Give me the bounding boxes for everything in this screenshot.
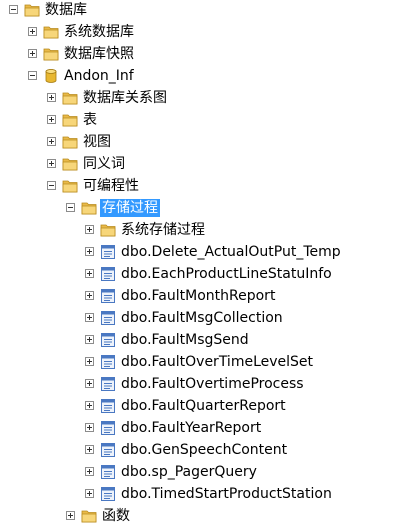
tree-item-label[interactable]: dbo.FaultOverTimeLevelSet: [119, 353, 315, 371]
expand-toggle-icon[interactable]: [47, 159, 56, 168]
tree-node-system-databases[interactable]: 系统数据库: [0, 22, 406, 44]
expand-toggle-icon[interactable]: [28, 49, 37, 58]
expand-toggle-icon[interactable]: [47, 93, 56, 102]
tree-item-label[interactable]: dbo.FaultOvertimeProcess: [119, 375, 306, 393]
expand-toggle-icon[interactable]: [85, 423, 94, 432]
folder-icon: [62, 156, 78, 172]
expand-toggle-icon[interactable]: [85, 445, 94, 454]
tree-node-dbo-faultmsgcollection[interactable]: dbo.FaultMsgCollection: [0, 308, 406, 330]
folder-icon: [62, 112, 78, 128]
tree-item-label[interactable]: 数据库: [43, 1, 89, 19]
stored-procedure-icon: [100, 266, 116, 282]
stored-procedure-icon: [100, 332, 116, 348]
tree-node-database-diagrams[interactable]: 数据库关系图: [0, 88, 406, 110]
tree-item-label[interactable]: dbo.TimedStartProductStation: [119, 485, 334, 503]
expand-toggle-icon[interactable]: [47, 137, 56, 146]
tree-node-dbo-genspeechcontent[interactable]: dbo.GenSpeechContent: [0, 440, 406, 462]
tree-node-stored-procedures[interactable]: 存储过程: [0, 198, 406, 220]
tree-item-label[interactable]: dbo.GenSpeechContent: [119, 441, 289, 459]
tree-node-database-snapshots[interactable]: 数据库快照: [0, 44, 406, 66]
expand-toggle-icon[interactable]: [85, 291, 94, 300]
stored-procedure-icon: [100, 376, 116, 392]
folder-icon: [81, 508, 97, 524]
tree-node-dbo-faultovertimeprocess[interactable]: dbo.FaultOvertimeProcess: [0, 374, 406, 396]
tree-item-label[interactable]: 数据库关系图: [81, 89, 169, 107]
tree-node-programmability[interactable]: 可编程性: [0, 176, 406, 198]
expand-toggle-icon[interactable]: [85, 357, 94, 366]
tree-item-label[interactable]: dbo.Delete_ActualOutPut_Temp: [119, 243, 343, 261]
tree-item-label[interactable]: Andon_Inf: [62, 67, 136, 85]
stored-procedure-icon: [100, 310, 116, 326]
stored-procedure-icon: [100, 354, 116, 370]
tree-node-dbo-timedstartproductstation[interactable]: dbo.TimedStartProductStation: [0, 484, 406, 506]
tree-item-label[interactable]: 同义词: [81, 155, 127, 173]
object-explorer-tree: 数据库系统数据库数据库快照 Andon_Inf 数据库关系图表视图同义词可编程性存储…: [0, 0, 406, 524]
tree-item-label[interactable]: 表: [81, 111, 99, 129]
tree-item-label[interactable]: dbo.FaultQuarterReport: [119, 397, 288, 415]
tree-node-dbo-eachproductlinestatuinfo[interactable]: dbo.EachProductLineStatuInfo: [0, 264, 406, 286]
expand-toggle-icon[interactable]: [85, 379, 94, 388]
tree-item-label[interactable]: 可编程性: [81, 177, 141, 195]
tree-node-dbo-delete-actualoutput-temp[interactable]: dbo.Delete_ActualOutPut_Temp: [0, 242, 406, 264]
tree-node-dbo-faultquarterreport[interactable]: dbo.FaultQuarterReport: [0, 396, 406, 418]
tree-item-label[interactable]: 视图: [81, 133, 113, 151]
stored-procedure-icon: [100, 486, 116, 502]
stored-procedure-icon: [100, 464, 116, 480]
folder-icon: [62, 178, 78, 194]
collapse-toggle-icon[interactable]: [66, 203, 75, 212]
expand-toggle-icon[interactable]: [85, 335, 94, 344]
tree-item-label[interactable]: dbo.FaultMonthReport: [119, 287, 277, 305]
tree-node-andon-inf[interactable]: Andon_Inf: [0, 66, 406, 88]
tree-node-dbo-sp-pagerquery[interactable]: dbo.sp_PagerQuery: [0, 462, 406, 484]
expand-toggle-icon[interactable]: [85, 401, 94, 410]
tree-node-dbo-faultovertimelevelset[interactable]: dbo.FaultOverTimeLevelSet: [0, 352, 406, 374]
tree-item-label[interactable]: 函数: [100, 507, 132, 525]
tree-item-label[interactable]: 系统存储过程: [119, 221, 207, 239]
tree-node-dbo-faultmsgsend[interactable]: dbo.FaultMsgSend: [0, 330, 406, 352]
expand-toggle-icon[interactable]: [85, 225, 94, 234]
tree-node-dbo-faultmonthreport[interactable]: dbo.FaultMonthReport: [0, 286, 406, 308]
stored-procedure-icon: [100, 288, 116, 304]
tree-item-label[interactable]: dbo.sp_PagerQuery: [119, 463, 259, 481]
tree-item-label[interactable]: 数据库快照: [62, 45, 136, 63]
expand-toggle-icon[interactable]: [85, 247, 94, 256]
expand-toggle-icon[interactable]: [28, 27, 37, 36]
collapse-toggle-icon[interactable]: [9, 5, 18, 14]
tree-node-views[interactable]: 视图: [0, 132, 406, 154]
folder-icon: [62, 90, 78, 106]
database-icon: [43, 68, 59, 84]
tree-node-system-stored-procedures[interactable]: 系统存储过程: [0, 220, 406, 242]
expand-toggle-icon[interactable]: [85, 489, 94, 498]
tree-node-synonyms[interactable]: 同义词: [0, 154, 406, 176]
expand-toggle-icon[interactable]: [47, 115, 56, 124]
expand-toggle-icon[interactable]: [85, 269, 94, 278]
tree-item-label[interactable]: dbo.FaultMsgSend: [119, 331, 251, 349]
tree-node-databases[interactable]: 数据库: [0, 0, 406, 22]
folder-icon: [43, 46, 59, 62]
collapse-toggle-icon[interactable]: [47, 181, 56, 190]
stored-procedure-icon: [100, 244, 116, 260]
folder-icon: [62, 134, 78, 150]
tree-item-label[interactable]: dbo.FaultMsgCollection: [119, 309, 285, 327]
tree-node-tables[interactable]: 表: [0, 110, 406, 132]
stored-procedure-icon: [100, 398, 116, 414]
tree-item-label[interactable]: dbo.FaultYearReport: [119, 419, 263, 437]
tree-item-label[interactable]: 系统数据库: [62, 23, 136, 41]
stored-procedure-icon: [100, 442, 116, 458]
tree-item-label[interactable]: dbo.EachProductLineStatuInfo: [119, 265, 334, 283]
folder-icon: [100, 222, 116, 238]
expand-toggle-icon[interactable]: [66, 511, 75, 520]
folder-icon: [24, 2, 40, 18]
collapse-toggle-icon[interactable]: [28, 71, 37, 80]
folder-icon: [43, 24, 59, 40]
stored-procedure-icon: [100, 420, 116, 436]
tree-item-label[interactable]: 存储过程: [100, 199, 160, 217]
expand-toggle-icon[interactable]: [85, 467, 94, 476]
tree-node-dbo-faultyearreport[interactable]: dbo.FaultYearReport: [0, 418, 406, 440]
tree-node-functions[interactable]: 函数: [0, 506, 406, 528]
folder-icon: [81, 200, 97, 216]
expand-toggle-icon[interactable]: [85, 313, 94, 322]
